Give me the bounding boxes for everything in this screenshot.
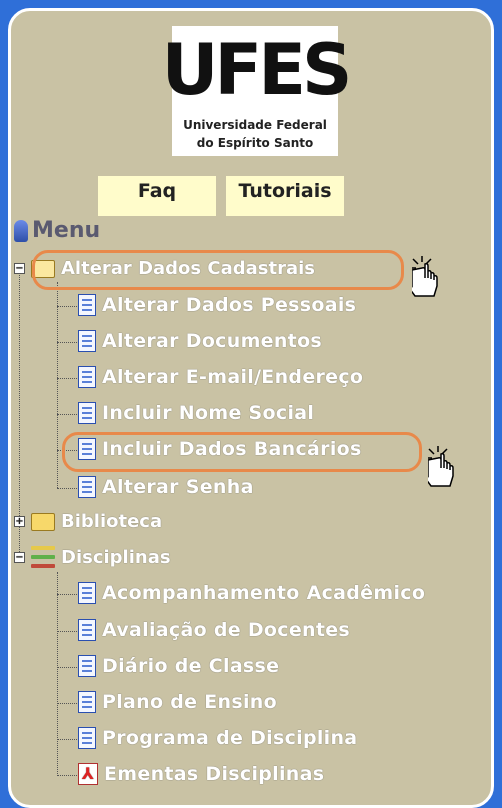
tree-item-avaliacao-de-docentes[interactable]: Avaliação de Docentes (78, 619, 350, 641)
logo-mark: UFES (161, 29, 353, 111)
tree-item-programa-de-disciplina[interactable]: Programa de Disciplina (78, 727, 357, 749)
menu-title-label: Menu (32, 218, 101, 243)
tree-item-label: Avaliação de Docentes (102, 619, 351, 641)
tree-item-acompanhamento-academico[interactable]: Acompanhamento Acadêmico (78, 582, 425, 604)
tree-item-label: Diário de Classe (102, 655, 280, 677)
tree-item-alterar-dados-pessoais[interactable]: Alterar Dados Pessoais (78, 294, 356, 316)
tree-item-alterar-email-endereco[interactable]: Alterar E-mail/Endereço (78, 366, 363, 388)
pdf-icon: ⅄ (78, 763, 98, 785)
tree-item-ementas-disciplinas[interactable]: ⅄ Ementas Disciplinas (78, 763, 324, 785)
books-icon (31, 546, 55, 568)
tree-item-alterar-documentos[interactable]: Alterar Documentos (78, 330, 322, 352)
tree-line (57, 306, 77, 307)
tree-line (57, 775, 77, 776)
tree-line (57, 414, 77, 415)
tree-item-label: Alterar Documentos (102, 330, 323, 352)
tree-item-label: Alterar E-mail/Endereço (102, 366, 364, 388)
tree-group-label: Disciplinas (61, 546, 171, 568)
tree-group-biblioteca[interactable]: + Biblioteca (14, 511, 162, 532)
document-icon (78, 691, 96, 713)
document-icon (78, 582, 96, 604)
document-icon (78, 619, 96, 641)
hand-cursor-icon (428, 446, 454, 487)
tree-line (57, 342, 77, 343)
faq-button[interactable]: Faq (98, 176, 216, 216)
document-icon (78, 330, 96, 352)
collapse-icon[interactable]: − (14, 263, 25, 274)
tree-line (57, 572, 58, 776)
expand-icon[interactable]: + (14, 516, 25, 527)
tree-item-label: Plano de Ensino (102, 691, 277, 713)
tree-line (57, 282, 58, 488)
tree-item-plano-de-ensino[interactable]: Plano de Ensino (78, 691, 277, 713)
tree-item-label: Alterar Dados Pessoais (102, 294, 357, 316)
ufes-logo: UFES Universidade Federal do Espírito Sa… (161, 26, 353, 156)
tree-item-label: Incluir Nome Social (102, 402, 315, 424)
tree-line (57, 488, 77, 489)
menu-icon (14, 219, 28, 242)
collapse-icon[interactable]: − (14, 551, 25, 563)
tree-item-alterar-senha[interactable]: Alterar Senha (78, 476, 254, 498)
hand-cursor-icon (412, 256, 438, 297)
document-icon (78, 727, 96, 749)
tutoriais-button[interactable]: Tutoriais (226, 176, 344, 216)
tree-group-disciplinas[interactable]: − Disciplinas (14, 546, 171, 568)
document-icon (78, 655, 96, 677)
document-icon (78, 366, 96, 388)
tree-group-label: Biblioteca (61, 511, 163, 532)
folder-icon (31, 512, 55, 531)
document-icon (78, 294, 96, 316)
tree-line (57, 739, 77, 740)
tree-line (57, 703, 77, 704)
tree-item-label: Programa de Disciplina (102, 727, 358, 749)
tree-line (57, 631, 77, 632)
highlight-outline (62, 432, 422, 472)
tree-item-label: Alterar Senha (102, 476, 254, 498)
logo-line-2: do Espírito Santo (196, 136, 314, 150)
document-icon (78, 476, 96, 498)
document-icon (78, 402, 96, 424)
tree-item-label: Acompanhamento Acadêmico (102, 582, 426, 604)
tree-line (57, 667, 77, 668)
tree-item-incluir-nome-social[interactable]: Incluir Nome Social (78, 402, 314, 424)
menu-title: Menu (14, 218, 100, 243)
logo-line-1: Universidade Federal (183, 118, 327, 132)
tree-line (57, 378, 77, 379)
tree-item-label: Ementas Disciplinas (104, 763, 325, 785)
highlight-outline (32, 250, 404, 290)
tree-line (57, 594, 77, 595)
tree-item-diario-de-classe[interactable]: Diário de Classe (78, 655, 279, 677)
